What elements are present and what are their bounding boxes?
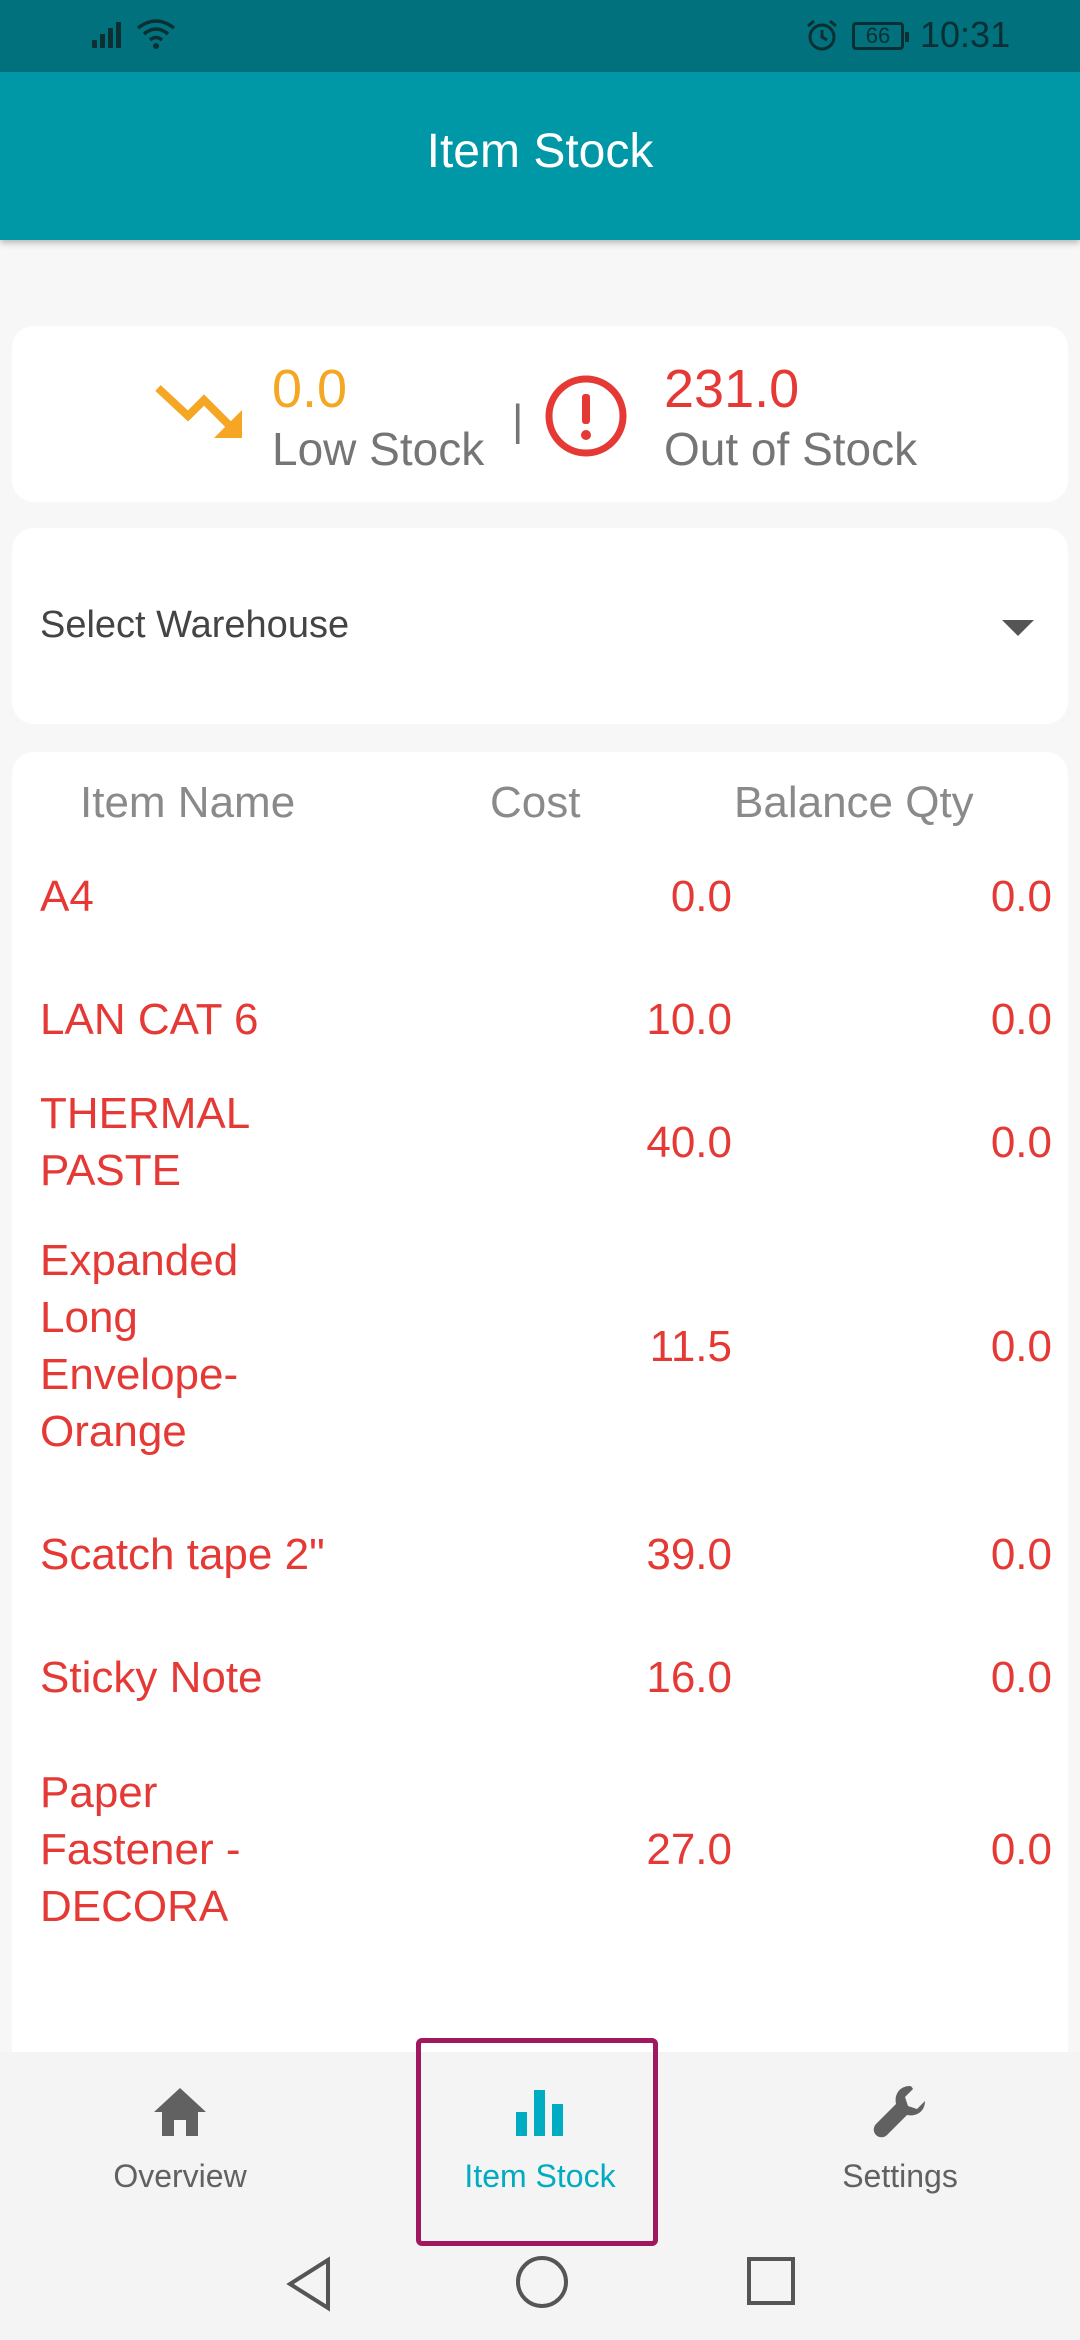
out-of-stock-value: 231.0: [664, 359, 800, 419]
low-stock-value: 0.0: [272, 359, 348, 419]
item-qty-cell: 0.0: [990, 1824, 1052, 1874]
dropdown-arrow-icon[interactable]: [1002, 620, 1034, 636]
alert-circle-icon: [545, 375, 627, 457]
table-row[interactable]: THERMAL PASTE 40.0 0.0: [40, 1089, 1052, 1195]
item-name-cell: A4: [40, 871, 94, 921]
summary-separator: |: [512, 396, 524, 445]
low-stock-label: Low Stock: [272, 423, 485, 475]
nav-settings[interactable]: Settings: [780, 2052, 1020, 2252]
item-qty-cell: 0.0: [990, 1321, 1052, 1371]
app-bar: Item Stock: [0, 72, 1080, 240]
table-row[interactable]: A4 0.0 0.0: [40, 856, 1052, 936]
home-icon: [154, 2088, 206, 2136]
item-name-cell: LAN CAT 6: [40, 994, 259, 1044]
wifi-icon: [136, 19, 176, 49]
status-bar: 66 10:31: [0, 0, 1080, 72]
item-qty-cell: 0.0: [990, 871, 1052, 921]
nav-overview[interactable]: Overview: [60, 2052, 300, 2252]
trending-down-icon: [155, 385, 242, 438]
home-button-icon[interactable]: [514, 2254, 570, 2310]
signal-icon: [92, 22, 121, 48]
item-name-cell: Expanded Long Envelope-Orange: [40, 1236, 239, 1456]
warehouse-dropdown-label: Select Warehouse: [40, 604, 350, 646]
recent-apps-icon[interactable]: [746, 2256, 796, 2308]
alarm-icon: [807, 19, 837, 51]
wrench-icon: [873, 2086, 925, 2138]
nav-overview-label: Overview: [113, 2158, 247, 2194]
item-qty-cell: 0.0: [990, 1529, 1052, 1579]
item-cost-cell: 27.0: [646, 1824, 732, 1874]
item-name-cell: Sticky Note: [40, 1652, 263, 1702]
back-icon[interactable]: [284, 2256, 334, 2312]
page-title: Item Stock: [426, 125, 654, 178]
item-qty-cell: 0.0: [990, 1117, 1052, 1167]
table-row[interactable]: Scatch tape 2" 39.0 0.0: [40, 1514, 1052, 1594]
item-cost-cell: 40.0: [646, 1117, 732, 1167]
out-of-stock-label: Out of Stock: [664, 423, 918, 475]
item-qty-cell: 0.0: [990, 994, 1052, 1044]
item-qty-cell: 0.0: [990, 1652, 1052, 1702]
item-cost-cell: 39.0: [646, 1529, 732, 1579]
battery-icon: 66: [852, 22, 909, 50]
status-time: 10:31: [920, 14, 1011, 55]
item-name-cell: Scatch tape 2": [40, 1529, 325, 1579]
column-header-item-name: Item Name: [80, 778, 296, 827]
table-row[interactable]: Paper Fastener - DECORA 27.0 0.0: [40, 1756, 1052, 1942]
table-row[interactable]: Expanded Long Envelope-Orange 11.5 0.0: [40, 1226, 1052, 1466]
warehouse-dropdown[interactable]: Select Warehouse: [12, 528, 1068, 724]
active-tab-highlight: [416, 2038, 658, 2246]
column-header-cost: Cost: [490, 778, 581, 827]
item-name-cell: Paper Fastener - DECORA: [40, 1767, 241, 1931]
table-row[interactable]: Sticky Note 16.0 0.0: [40, 1637, 1052, 1717]
stock-summary-card: 0.0 Low Stock | 231.0 Out of Stock: [12, 326, 1068, 502]
item-cost-cell: 11.5: [649, 1321, 732, 1371]
nav-settings-label: Settings: [842, 2158, 958, 2194]
item-cost-cell: 10.0: [646, 994, 732, 1044]
table-row[interactable]: LAN CAT 6 10.0 0.0: [40, 979, 1052, 1059]
item-cost-cell: 0.0: [670, 871, 732, 921]
column-header-balance-qty: Balance Qty: [734, 778, 974, 827]
item-cost-cell: 16.0: [646, 1652, 732, 1702]
system-navigation-bar: [0, 2230, 1080, 2340]
item-name-cell: THERMAL PASTE: [40, 1089, 249, 1195]
item-stock-table: Item Name Cost Balance Qty A4 0.0 0.0 LA…: [12, 752, 1068, 2052]
